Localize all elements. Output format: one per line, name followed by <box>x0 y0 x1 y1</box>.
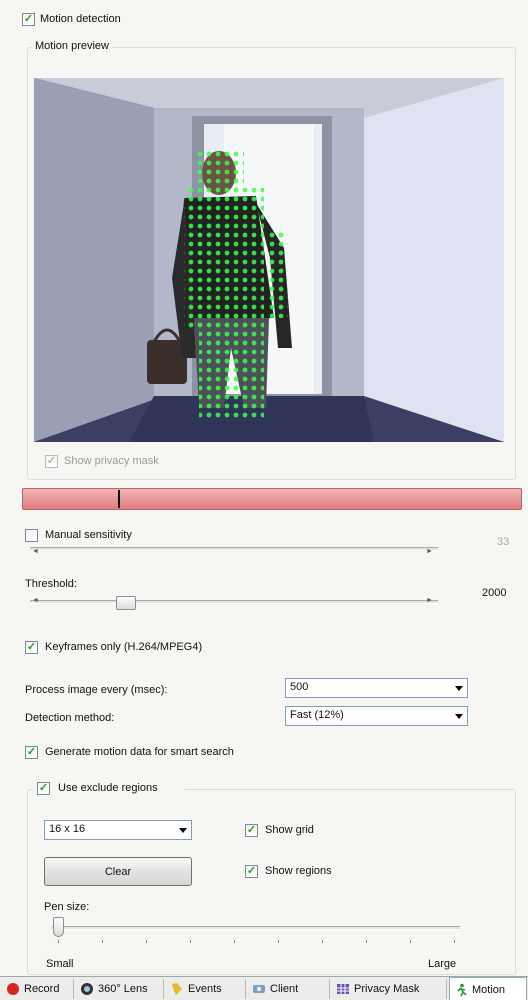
clear-button-label: Clear <box>104 865 132 878</box>
tab-record[interactable]: Record <box>2 979 74 999</box>
record-icon <box>7 983 19 995</box>
pen-size-tick <box>322 940 323 943</box>
clear-button[interactable]: Clear <box>44 857 192 886</box>
smart-search-checkbox[interactable]: ✓ <box>25 746 38 759</box>
pen-size-tick <box>366 940 367 943</box>
motion-detection-checkbox[interactable]: ✓ <box>22 13 35 26</box>
pen-size-label: Pen size: <box>44 901 90 913</box>
events-icon <box>172 983 182 995</box>
process-image-dropdown[interactable]: 500 <box>285 678 468 698</box>
sensitivity-right-arrow[interactable]: ► <box>426 548 433 555</box>
tab-client-label: Client <box>270 983 299 995</box>
sensitivity-slider[interactable] <box>30 547 438 551</box>
threshold-slider-thumb[interactable] <box>116 596 136 610</box>
process-image-value: 500 <box>290 681 309 693</box>
pen-size-tick <box>58 940 59 943</box>
threshold-slider[interactable] <box>30 600 438 604</box>
chevron-down-icon <box>455 686 463 691</box>
threshold-left-arrow[interactable]: ◄ <box>32 597 39 604</box>
pen-size-tick <box>410 940 411 943</box>
privacy-mask-icon <box>337 984 349 994</box>
show-grid-label: Show grid <box>265 824 314 836</box>
client-icon <box>253 985 265 993</box>
detection-method-dropdown[interactable]: Fast (12%) <box>285 706 468 726</box>
tab-strip: Record 360° Lens Events Client Privacy M… <box>0 976 528 1000</box>
tab-360-lens[interactable]: 360° Lens <box>76 979 164 999</box>
sensitivity-left-arrow[interactable]: ◄ <box>32 548 39 555</box>
motion-level-marker <box>118 490 120 508</box>
use-exclude-regions-label: Use exclude regions <box>58 782 158 794</box>
pen-size-min-label: Small <box>46 958 74 970</box>
tab-events-label: Events <box>188 983 222 995</box>
manual-sensitivity-label: Manual sensitivity <box>45 529 132 541</box>
sensitivity-value: 33 <box>497 536 510 548</box>
keyframes-only-label: Keyframes only (H.264/MPEG4) <box>45 641 203 653</box>
grid-size-value: 16 x 16 <box>49 823 86 835</box>
grid-size-dropdown[interactable]: 16 x 16 <box>44 820 192 840</box>
chevron-down-icon <box>455 714 463 719</box>
pen-size-max-label: Large <box>428 958 457 970</box>
detection-method-label: Detection method: <box>25 712 115 724</box>
motion-preview-image <box>34 78 504 442</box>
chevron-down-icon <box>179 828 187 833</box>
motion-preview-title: Motion preview <box>32 40 112 52</box>
process-image-label: Process image every (msec): <box>25 684 168 696</box>
tab-client[interactable]: Client <box>248 979 330 999</box>
pen-size-thumb[interactable] <box>53 917 64 937</box>
tab-privacy-mask[interactable]: Privacy Mask <box>332 979 447 999</box>
tab-record-label: Record <box>24 983 60 995</box>
motion-icon <box>457 983 467 996</box>
show-grid-checkbox[interactable]: ✓ <box>245 824 258 837</box>
pen-size-tick <box>454 940 455 943</box>
lens-icon <box>81 983 93 995</box>
show-privacy-mask-label: Show privacy mask <box>64 455 159 467</box>
use-exclude-regions-checkbox[interactable]: ✓ <box>37 782 50 795</box>
tab-events[interactable]: Events <box>166 979 246 999</box>
tab-motion-label: Motion <box>472 983 506 996</box>
manual-sensitivity-checkbox[interactable] <box>25 529 38 542</box>
pen-size-tick <box>278 940 279 943</box>
keyframes-only-checkbox[interactable]: ✓ <box>25 641 38 654</box>
tab-privacy-mask-label: Privacy Mask <box>354 983 420 995</box>
threshold-value: 2000 <box>482 587 507 599</box>
pen-size-tick <box>234 940 235 943</box>
tab-360-lens-label: 360° Lens <box>98 983 148 995</box>
motion-level-bar <box>22 488 522 510</box>
show-regions-checkbox[interactable]: ✓ <box>245 865 258 878</box>
pen-size-tick <box>190 940 191 943</box>
motion-detection-label: Motion detection <box>40 13 121 25</box>
pen-size-tick <box>102 940 103 943</box>
threshold-right-arrow[interactable]: ► <box>426 597 433 604</box>
pen-size-tick <box>146 940 147 943</box>
tab-motion[interactable]: Motion <box>449 977 527 1000</box>
preview-scene <box>34 78 504 442</box>
threshold-label: Threshold: <box>25 578 77 590</box>
show-privacy-mask-checkbox[interactable]: ✓ <box>45 455 58 468</box>
detection-method-value: Fast (12%) <box>290 709 344 721</box>
show-regions-label: Show regions <box>265 865 332 877</box>
pen-size-slider[interactable] <box>52 926 460 930</box>
smart-search-label: Generate motion data for smart search <box>45 746 234 758</box>
